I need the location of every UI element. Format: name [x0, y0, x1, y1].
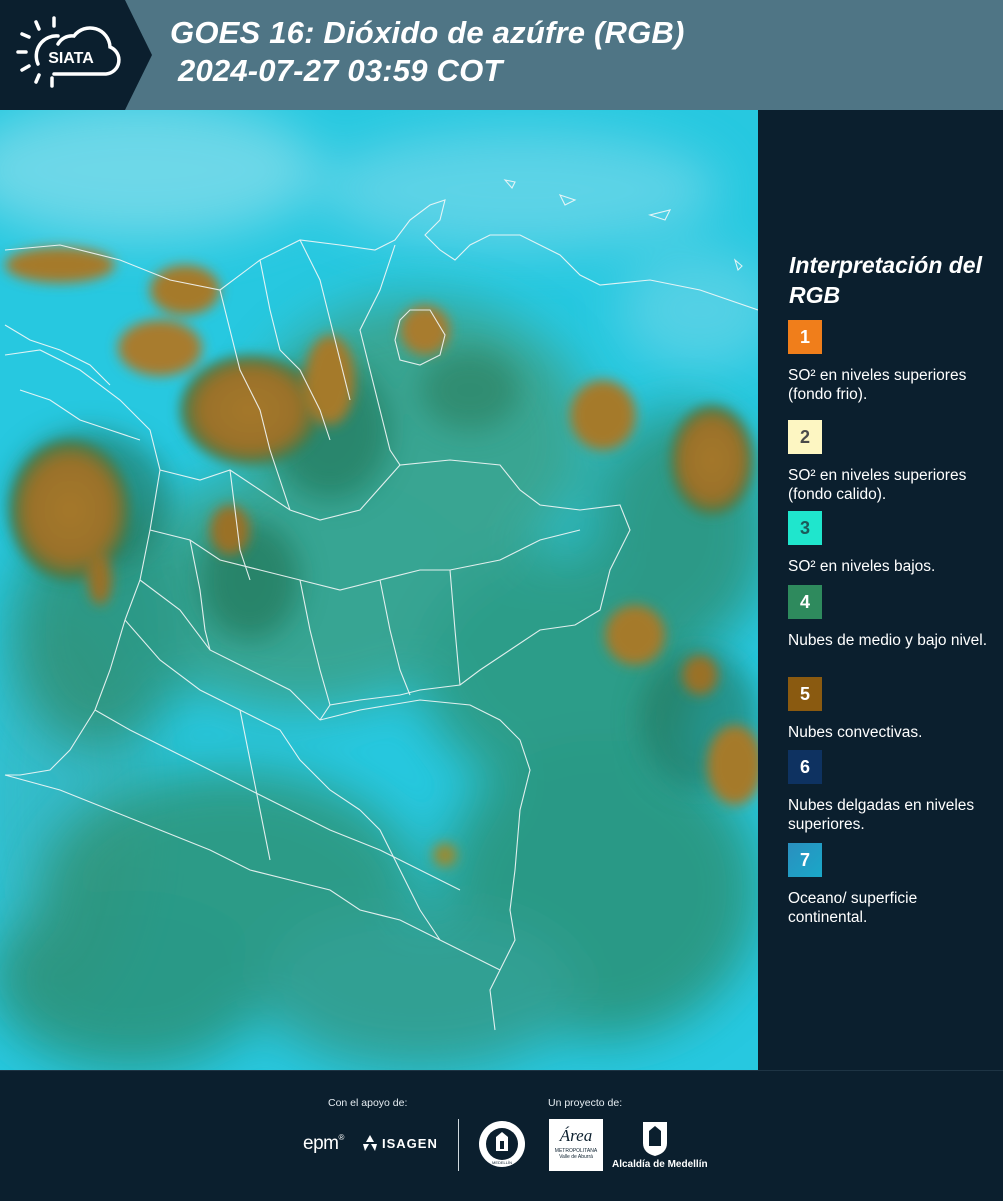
- legend-item-7: 7 Oceano/ superficie continental.: [788, 843, 988, 927]
- area-metropolitana-logo: Área METROPOLITANA Valle de Aburrá: [549, 1119, 603, 1171]
- epm-registered-mark: ®: [338, 1133, 344, 1142]
- legend-swatch-2: 2: [788, 420, 822, 454]
- legend-text-5: Nubes convectivas.: [788, 724, 923, 741]
- title-line-1: GOES 16: Dióxido de azúfre (RGB): [170, 15, 685, 50]
- isagen-icon: [363, 1135, 377, 1151]
- footer-divider: [458, 1119, 459, 1171]
- epm-logo: epm®: [303, 1133, 344, 1155]
- project-label: Un proyecto de:: [548, 1097, 623, 1109]
- footer: Con el apoyo de: Un proyecto de: epm® IS…: [0, 1070, 1003, 1201]
- legend-item-1: 1 SO² en niveles superiores (fondo frio)…: [788, 320, 988, 404]
- alcaldia-label: Alcaldía de Medellín: [612, 1159, 708, 1170]
- satellite-image: [0, 110, 758, 1070]
- legend-text-4: Nubes de medio y bajo nivel.: [788, 632, 988, 649]
- support-label: Con el apoyo de:: [328, 1097, 408, 1109]
- legend-text-6: Nubes delgadas en niveles superiores.: [788, 797, 975, 833]
- legend-item-4: 4 Nubes de medio y bajo nivel.: [788, 585, 988, 650]
- legend-number-4: 4: [799, 591, 810, 612]
- header-bar: SIATA GOES 16: Dióxido de azúfre (RGB) 2…: [0, 0, 1003, 110]
- page-title: GOES 16: Dióxido de azúfre (RGB) 2024-07…: [170, 14, 685, 90]
- legend-text-1: SO² en niveles superiores (fondo frio).: [788, 367, 967, 403]
- legend-number-1: 1: [799, 326, 810, 347]
- logo-panel: SIATA: [0, 0, 152, 110]
- area-logo-sub2: Valle de Aburrá: [559, 1154, 593, 1160]
- epm-logo-text: epm: [303, 1133, 339, 1154]
- legend-text-3: SO² en niveles bajos.: [788, 558, 936, 575]
- legend-item-6: 6 Nubes delgadas en niveles superiores.: [788, 750, 988, 834]
- area-logo-title: Área: [559, 1126, 593, 1145]
- satellite-map[interactable]: [0, 110, 758, 1070]
- title-line-2: 2024-07-27 03:59 COT: [178, 53, 503, 88]
- isagen-logo-text: ISAGEN: [382, 1135, 438, 1151]
- legend-title: Interpretación del RGB: [789, 252, 982, 308]
- medellin-seal-logo: MEDELLÍN: [479, 1121, 525, 1167]
- isagen-logo: ISAGEN: [360, 1133, 438, 1153]
- legend-item-2: 2 SO² en niveles superiores (fondo calid…: [788, 420, 988, 504]
- legend-number-6: 6: [799, 756, 810, 777]
- medellin-seal-text: MEDELLÍN: [492, 1160, 512, 1165]
- legend-swatch-3: 3: [788, 511, 822, 545]
- alcaldia-shield-icon: [643, 1122, 667, 1156]
- legend-text-2: SO² en niveles superiores (fondo calido)…: [788, 467, 967, 503]
- legend-item-3: 3 SO² en niveles bajos.: [788, 511, 988, 576]
- legend-number-5: 5: [799, 683, 810, 704]
- legend-item-5: 5 Nubes convectivas.: [788, 677, 988, 742]
- siata-logo: SIATA: [16, 16, 121, 88]
- legend-number-3: 3: [799, 517, 810, 538]
- legend-number-2: 2: [799, 426, 810, 447]
- legend-swatch-1: 1: [788, 320, 822, 354]
- legend-text-7: Oceano/ superficie continental.: [788, 890, 918, 926]
- legend-swatch-6: 6: [788, 750, 822, 784]
- siata-logo-text: SIATA: [48, 50, 94, 67]
- legend-swatch-4: 4: [788, 585, 822, 619]
- legend-swatch-5: 5: [788, 677, 822, 711]
- legend-number-7: 7: [799, 849, 810, 870]
- legend-panel: Interpretación del RGB 1 SO² en niveles …: [758, 110, 1003, 1070]
- legend-swatch-7: 7: [788, 843, 822, 877]
